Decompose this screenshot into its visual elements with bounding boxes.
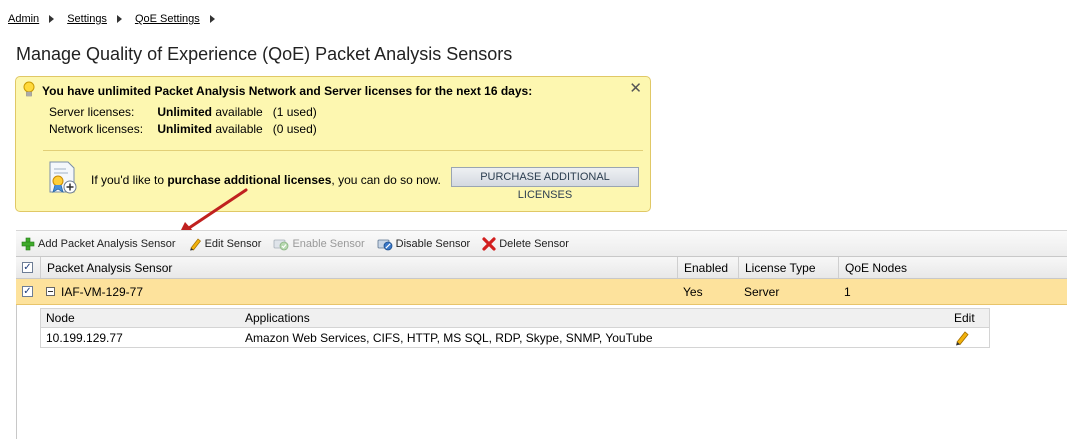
lightbulb-icon <box>23 81 35 97</box>
network-license-row: Network licenses: Unlimited available (0… <box>49 122 317 136</box>
select-all-checkbox[interactable]: ✓ <box>22 262 33 273</box>
add-icon <box>21 237 35 250</box>
add-sensor-label: Add Packet Analysis Sensor <box>38 237 176 250</box>
chevron-right-icon <box>49 15 55 23</box>
delete-sensor-label: Delete Sensor <box>499 237 569 250</box>
breadcrumb-qoe-settings[interactable]: QoE Settings <box>135 13 200 25</box>
list-item: 10.199.129.77 Amazon Web Services, CIFS,… <box>41 328 989 348</box>
close-icon[interactable]: ✕ <box>629 79 642 97</box>
purchase-licenses-button[interactable]: PURCHASE ADDITIONAL LICENSES <box>451 167 639 201</box>
node-detail-table: Node Applications Edit 10.199.129.77 Ama… <box>40 308 990 348</box>
network-license-used: (0 used) <box>272 122 317 136</box>
sensor-qoe-nodes: 1 <box>844 284 851 299</box>
collapse-icon[interactable] <box>46 287 55 296</box>
certificate-add-icon <box>49 161 77 194</box>
header-checkbox-cell: ✓ <box>16 257 40 278</box>
node-applications: Amazon Web Services, CIFS, HTTP, MS SQL,… <box>245 331 653 345</box>
license-notice: You have unlimited Packet Analysis Netwo… <box>15 76 651 212</box>
breadcrumb: Admin Settings QoE Settings <box>8 13 228 25</box>
column-header-enabled[interactable]: Enabled <box>677 257 738 278</box>
column-header-node: Node <box>46 311 75 325</box>
server-license-used: (1 used) <box>272 105 317 119</box>
column-header-edit: Edit <box>954 311 975 325</box>
disable-sensor-label: Disable Sensor <box>395 237 471 250</box>
breadcrumb-settings[interactable]: Settings <box>67 13 107 25</box>
column-header-sensor[interactable]: Packet Analysis Sensor <box>40 257 694 278</box>
enable-sensor-button[interactable]: Enable Sensor <box>273 237 365 251</box>
column-header-nodes[interactable]: QoE Nodes <box>838 257 1067 278</box>
chevron-right-icon <box>116 15 122 23</box>
server-license-row: Server licenses: Unlimited available (1 … <box>49 105 317 119</box>
sensor-toolbar: Add Packet Analysis Sensor Edit Sensor E… <box>16 230 1067 256</box>
sensor-enabled: Yes <box>683 284 703 299</box>
enable-sensor-label: Enable Sensor <box>292 237 365 250</box>
table-row[interactable]: ✓ IAF-VM-129-77 Yes Server 1 <box>16 279 1067 305</box>
disable-sensor-button[interactable]: Disable Sensor <box>377 237 471 251</box>
network-license-available: available <box>215 122 263 136</box>
network-license-amount: Unlimited <box>157 122 213 136</box>
chevron-right-icon <box>209 15 215 23</box>
server-license-label: Server licenses: <box>49 105 135 119</box>
add-sensor-button[interactable]: Add Packet Analysis Sensor <box>21 237 176 251</box>
purchase-suffix: , you can do so now. <box>331 173 441 187</box>
sensor-name: IAF-VM-129-77 <box>61 284 144 299</box>
server-license-available: available <box>215 105 263 119</box>
sensor-name-cell: IAF-VM-129-77 <box>40 279 677 304</box>
delete-sensor-button[interactable]: Delete Sensor <box>482 236 569 251</box>
pencil-icon <box>189 238 201 250</box>
sensor-license-type: Server <box>744 284 780 299</box>
edit-sensor-label: Edit Sensor <box>204 237 262 250</box>
breadcrumb-admin[interactable]: Admin <box>8 13 39 25</box>
notice-divider <box>43 150 643 151</box>
edit-node-button[interactable] <box>954 328 970 348</box>
row-checkbox-cell: ✓ <box>16 279 40 304</box>
row-checkbox[interactable]: ✓ <box>22 286 33 297</box>
purchase-message: If you'd like to purchase additional lic… <box>91 173 441 187</box>
node-address: 10.199.129.77 <box>46 331 123 345</box>
enable-icon <box>274 239 289 250</box>
edit-sensor-button[interactable]: Edit Sensor <box>188 237 262 251</box>
server-license-amount: Unlimited <box>157 105 213 119</box>
column-header-license[interactable]: License Type <box>738 257 838 278</box>
purchase-bold: purchase additional licenses <box>167 173 332 187</box>
column-header-applications: Applications <box>245 311 310 325</box>
delete-x-icon <box>482 236 496 251</box>
disable-icon <box>377 239 393 250</box>
sensor-grid-header: ✓ Packet Analysis Sensor Enabled License… <box>16 256 1067 279</box>
purchase-prefix: If you'd like to <box>91 173 164 187</box>
node-detail-header: Node Applications Edit <box>41 309 989 328</box>
grid-left-border <box>16 305 17 439</box>
pencil-icon <box>956 331 969 346</box>
notice-headline: You have unlimited Packet Analysis Netwo… <box>42 84 533 98</box>
network-license-label: Network licenses: <box>49 122 144 136</box>
page-title: Manage Quality of Experience (QoE) Packe… <box>16 44 513 64</box>
